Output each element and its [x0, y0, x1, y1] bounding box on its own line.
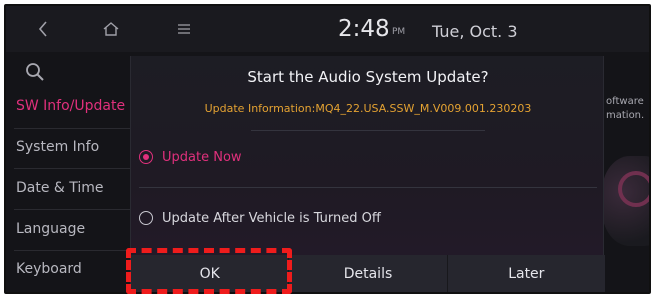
- background-description-line: oftware: [606, 96, 644, 107]
- option-label: Update Now: [162, 149, 242, 165]
- menu-icon[interactable]: [176, 18, 192, 40]
- option-update-now[interactable]: Update Now: [139, 146, 242, 168]
- background-illustration-ring: [618, 171, 649, 207]
- back-chevron-icon[interactable]: [36, 18, 50, 40]
- sidebar-item-sw-info-update[interactable]: SW Info/Update: [16, 98, 125, 114]
- home-icon[interactable]: [102, 18, 120, 40]
- clock-time: 2:48: [338, 16, 390, 42]
- clock-date: Tue, Oct. 3: [432, 22, 518, 41]
- sidebar-item-date-time[interactable]: Date & Time: [16, 180, 104, 196]
- sidebar-item-keyboard[interactable]: Keyboard: [16, 261, 82, 277]
- search-icon[interactable]: [25, 62, 45, 82]
- option-update-after-off[interactable]: Update After Vehicle is Turned Off: [139, 207, 381, 229]
- radio-selected-icon[interactable]: [139, 150, 153, 164]
- sidebar-divider: [14, 250, 134, 251]
- sidebar-divider: [14, 128, 134, 129]
- dialog-title: Start the Audio System Update?: [247, 68, 489, 86]
- option-label: Update After Vehicle is Turned Off: [162, 210, 381, 226]
- status-bar: 2:48 PM Tue, Oct. 3: [6, 6, 649, 52]
- sidebar-divider: [14, 209, 134, 210]
- dialog-divider: [251, 130, 485, 131]
- background-description-line: mation.: [606, 110, 645, 121]
- radio-unselected-icon[interactable]: [139, 211, 153, 225]
- ok-button-highlight-annotation: [126, 248, 292, 294]
- sidebar-divider: [14, 168, 134, 169]
- details-button[interactable]: Details: [289, 255, 448, 292]
- infotainment-screen: 2:48 PM Tue, Oct. 3 SW Info/Update Syste…: [6, 6, 649, 292]
- clock-ampm: PM: [392, 27, 406, 37]
- sidebar-item-language[interactable]: Language: [16, 221, 85, 237]
- later-button[interactable]: Later: [447, 255, 605, 292]
- sidebar-item-system-info[interactable]: System Info: [16, 139, 99, 155]
- dialog-divider: [139, 187, 597, 188]
- update-information: Update Information:MQ4_22.USA.SSW_M.V009…: [204, 102, 532, 115]
